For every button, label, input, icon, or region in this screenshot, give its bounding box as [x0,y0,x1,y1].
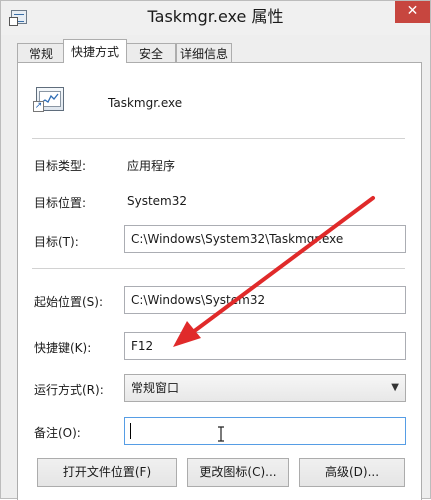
run-select-value: 常规窗口 [131,381,180,395]
comment-label: 备注(O): [34,426,81,440]
tab-general[interactable]: 常规 [17,43,65,63]
run-select[interactable]: 常规窗口 ▼ [124,374,406,402]
run-label: 运行方式(R): [34,383,104,397]
shortcut-overlay-icon: ↗ [33,101,44,112]
tab-details[interactable]: 详细信息 [176,43,232,63]
chevron-down-icon: ▼ [391,382,399,393]
hotkey-label: 快捷键(K): [34,341,92,355]
change-icon-button[interactable]: 更改图标(C)... [187,458,289,487]
window-title: Taskmgr.exe 属性 [147,7,284,26]
target-location-label: 目标位置: [34,196,87,210]
ibeam-cursor-icon [218,426,224,442]
target-type-value: 应用程序 [127,159,176,173]
hotkey-input[interactable]: F12 [124,332,406,360]
open-file-location-button[interactable]: 打开文件位置(F) [37,458,177,487]
title-bar[interactable]: Taskmgr.exe 属性 ✕ [1,1,430,35]
properties-window: Taskmgr.exe 属性 ✕ 常规 详细信息 安全 快捷方式 ↗ Taskm… [0,0,431,500]
shortcut-name: Taskmgr.exe [108,96,183,110]
advanced-button[interactable]: 高级(D)... [299,458,405,487]
close-button[interactable]: ✕ [395,1,430,23]
target-label: 目标(T): [34,235,79,249]
tab-shortcut[interactable]: 快捷方式 [63,39,127,63]
start-in-label: 起始位置(S): [34,295,104,309]
start-in-input[interactable]: C:\Windows\System32 [124,286,406,314]
comment-input[interactable] [124,417,406,445]
divider [32,138,405,139]
target-type-label: 目标类型: [34,159,87,173]
target-input[interactable]: C:\Windows\System32\Taskmgr.exe [124,225,406,253]
text-caret [130,423,131,439]
divider [32,268,405,269]
target-location-value: System32 [127,194,188,208]
tab-security[interactable]: 安全 [126,43,176,63]
